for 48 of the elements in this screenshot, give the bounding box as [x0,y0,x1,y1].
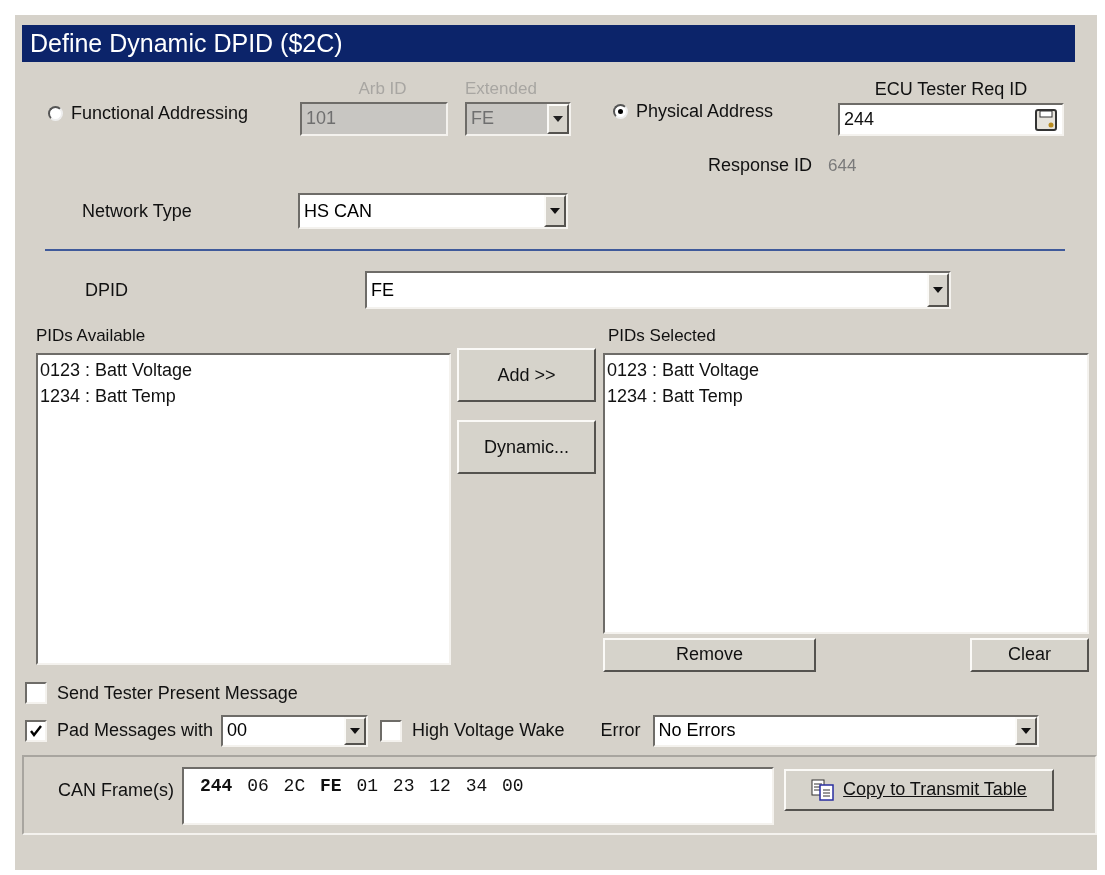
action-button[interactable]: Dynamic... [457,420,596,474]
dropdown-button[interactable] [1014,716,1037,745]
radio-label: Functional Addressing [71,102,249,125]
caret-icon [1020,727,1031,734]
list-item[interactable]: 1234 : Batt Temp [40,382,447,409]
dropdown-button[interactable] [547,103,569,134]
list-item[interactable]: 0123 : Batt Voltage [607,356,1085,383]
caret-icon [350,727,361,734]
response-id-value: 644 [828,154,857,177]
dropdown-button[interactable] [927,273,949,307]
checkbox-label: Send Tester Present Message [57,681,298,705]
dpid-dropdown[interactable]: FE [365,271,951,309]
remove-button[interactable]: Remove [603,637,816,672]
list-item[interactable]: 1234 : Batt Temp [607,382,1085,409]
error-dropdown[interactable]: No Errors [652,714,1039,747]
pad-value-dropdown[interactable]: 00 [221,714,369,747]
checkbox-label: High Voltage Wake [412,719,565,742]
ecu-tester-req-id-field[interactable]: 244 [838,103,1064,136]
checkbox-label: Pad Messages with [57,719,214,742]
caret-icon [550,208,560,214]
checkbox[interactable] [25,682,47,704]
list-label: PIDs Available [36,325,147,347]
radio-button[interactable] [48,106,63,121]
dropdown-button[interactable] [544,195,566,227]
checkbox[interactable] [25,719,47,742]
window-title: Define Dynamic DPID ($2C) [22,25,1075,62]
checkbox[interactable] [380,719,403,742]
can-frame-label: CAN Frame(s) [58,778,174,802]
dropdown-button[interactable] [344,716,367,745]
error-label: Error [600,719,641,742]
caret-icon [933,287,943,293]
caret-icon [553,115,563,122]
network-type-dropdown[interactable]: HS CAN [298,193,568,229]
radio-button[interactable] [613,104,628,119]
can-frame-field[interactable]: 244 06 2C FE 01 23 12 34 00 [182,766,774,825]
list-item[interactable]: 0123 : Batt Voltage [40,356,447,383]
copy-to-transmit-table-button[interactable]: Copy to Transmit Table [784,768,1054,811]
dpid-label: DPID [84,278,129,302]
field-label: ECU Tester Req ID [874,78,1028,101]
list-label: PIDs Selected [607,325,717,347]
radio-label: Physical Address [636,100,774,123]
checkmark-icon [29,723,43,738]
clear-button[interactable]: Clear [970,637,1089,672]
save-icon[interactable] [1034,107,1058,132]
network-type-label: Network Type [81,199,193,223]
response-id-label: Response ID [708,154,813,177]
action-button[interactable]: Add >> [457,348,596,402]
copy-icon [811,778,836,801]
